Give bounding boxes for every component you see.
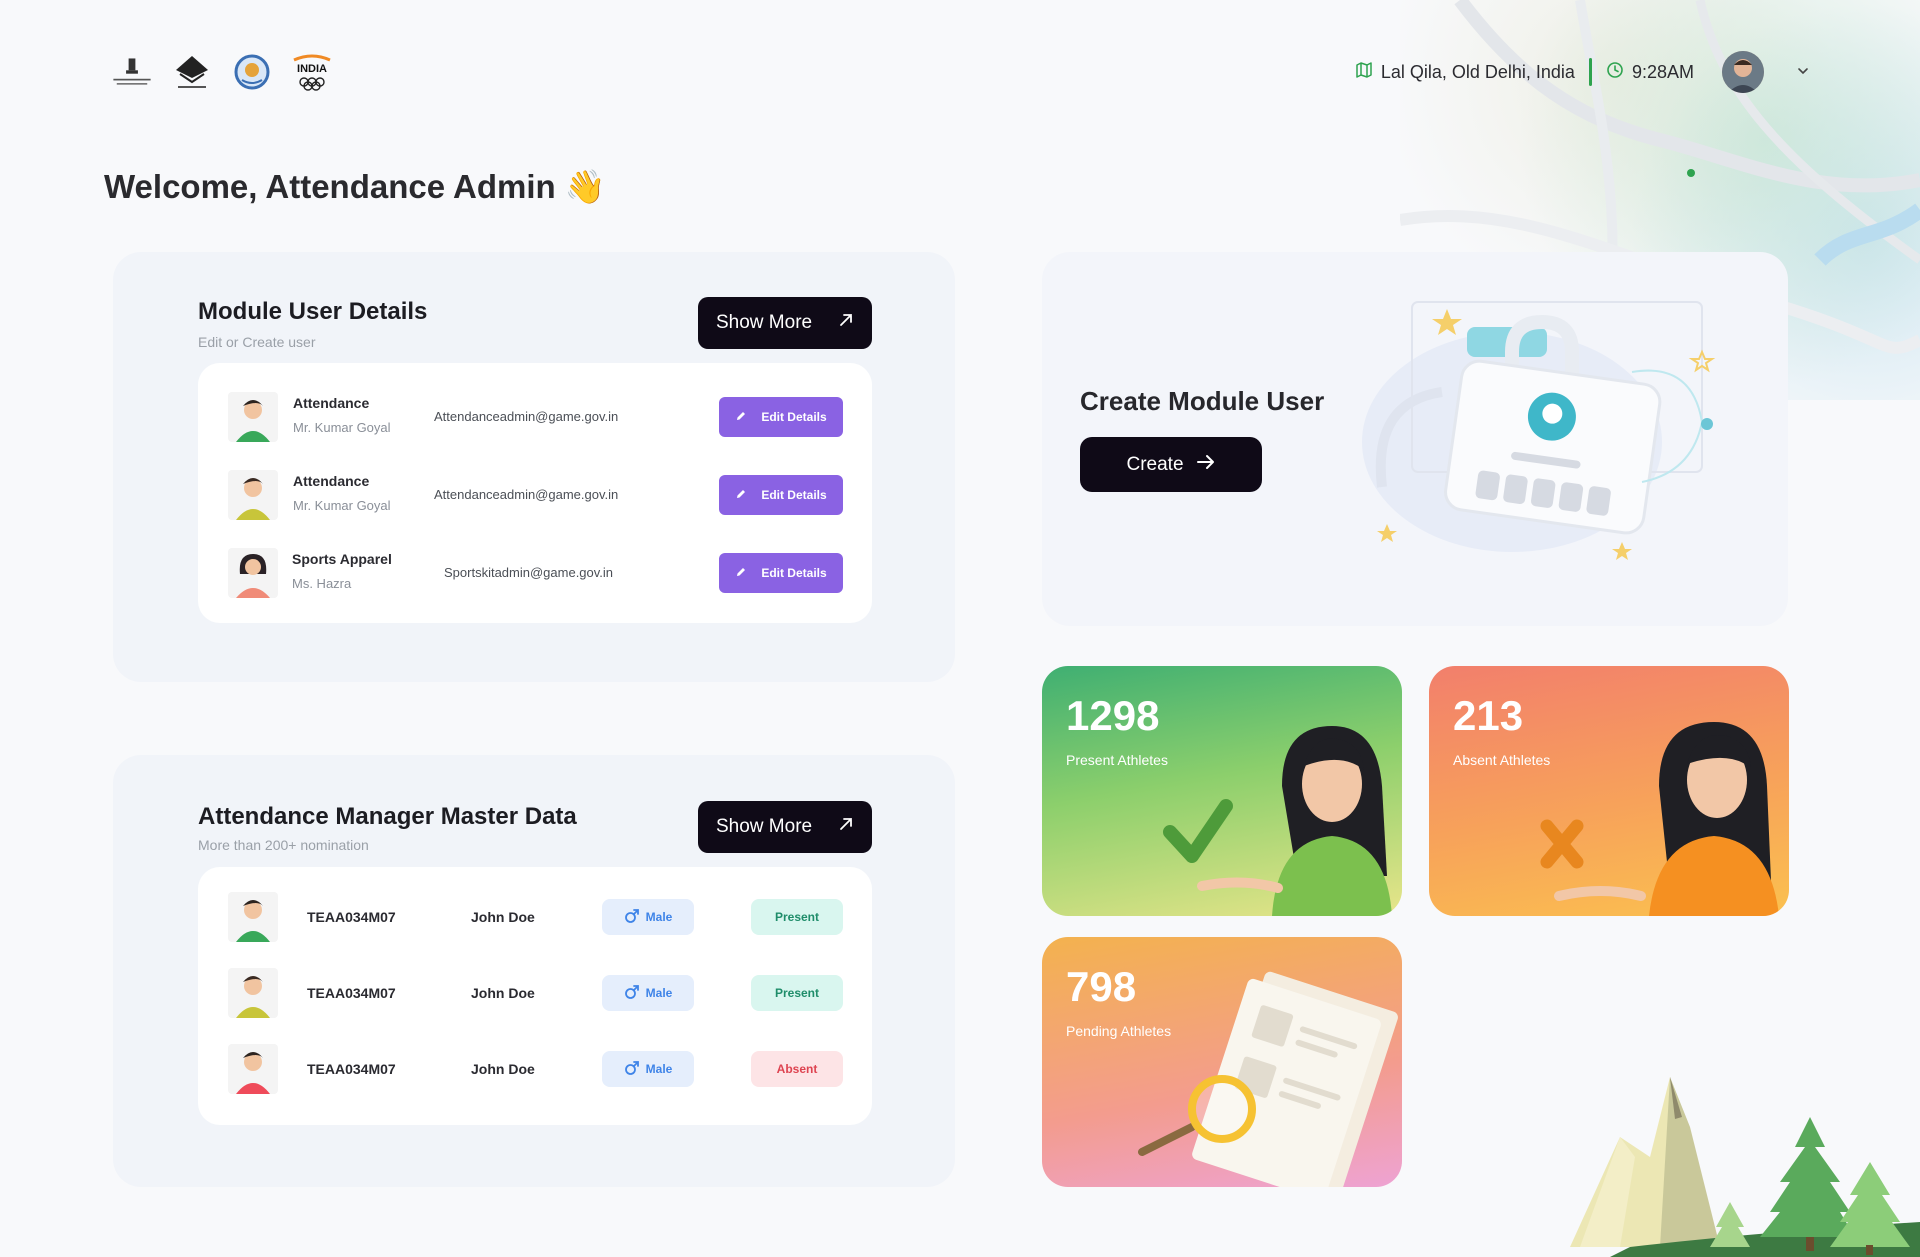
user-name: Attendance [293,395,370,411]
athlete-name: John Doe [471,1061,535,1077]
edit-details-label: Edit Details [761,566,827,580]
ministry-logo [170,52,214,92]
time-text: 9:28AM [1631,61,1694,82]
show-more-label: Show More [716,312,813,333]
user-avatar [228,548,278,598]
athlete-avatar [228,892,278,942]
gender-label: Male [645,986,673,1000]
location-display: Lal Qila, Old Delhi, India [1355,61,1575,84]
gender-label: Male [645,910,673,924]
logo-group: INDIA [110,52,334,92]
absent-athletes-card[interactable]: 213 Absent Athletes [1429,666,1789,916]
edit-details-button[interactable]: Edit Details [719,397,843,437]
edit-details-label: Edit Details [761,410,827,424]
present-count: 1298 [1066,692,1160,739]
show-more-label: Show More [716,816,813,837]
edit-details-button[interactable]: Edit Details [719,553,843,593]
top-header: INDIA Lal Qila, Old Delhi, India 9:28AM [110,48,1810,96]
module-user-show-more-button[interactable]: Show More [698,297,872,349]
male-icon [624,908,640,927]
master-data-panel: Attendance Manager Master Data More than… [113,755,955,1187]
status-badge: Present [751,899,843,935]
status-badge: Present [751,975,843,1011]
create-module-card: Create Module User Create [1042,252,1788,626]
pencil-icon [735,488,747,503]
athlete-name: John Doe [471,909,535,925]
user-email: Sportskitadmin@game.gov.in [444,565,614,580]
athlete-avatar [228,1044,278,1094]
svg-text:INDIA: INDIA [297,63,327,75]
table-row: TEAA034M07 John Doe Male Absent [198,1039,872,1099]
male-icon [624,1060,640,1079]
gender-badge: Male [602,899,694,935]
table-row: Attendance Mr. Kumar Goyal Attendanceadm… [198,465,872,525]
pencil-icon [735,566,747,581]
chevron-down-icon[interactable] [1796,62,1810,83]
gender-badge: Male [602,975,694,1011]
absent-label: Absent Athletes [1453,752,1551,768]
user-subname: Mr. Kumar Goyal [293,420,391,435]
male-icon [624,984,640,1003]
absent-count: 213 [1453,692,1524,739]
master-data-title: Attendance Manager Master Data [198,803,577,830]
athlete-name: John Doe [471,985,535,1001]
user-name: Attendance [293,473,370,489]
arrow-right-icon [1196,454,1216,476]
pending-label: Pending Athletes [1066,1023,1172,1039]
welcome-text: Welcome, Attendance Admin [104,168,556,205]
create-button-label: Create [1126,453,1184,475]
module-user-subtitle: Edit or Create user [198,334,316,350]
user-avatar [228,392,278,442]
module-user-panel: Module User Details Edit or Create user … [113,252,955,682]
user-email: Attendanceadmin@game.gov.in [434,487,619,502]
gender-badge: Male [602,1051,694,1087]
user-email: Attendanceadmin@game.gov.in [434,409,619,424]
present-athletes-card[interactable]: 1298 Present Athletes [1042,666,1402,916]
athlete-avatar [228,968,278,1018]
ministry-emblem-logo [110,52,154,92]
athlete-code: TEAA034M07 [307,985,396,1001]
arrow-up-right-icon [838,816,854,838]
arrow-up-right-icon [838,312,854,334]
module-user-title: Module User Details [198,298,428,325]
pencil-icon [735,410,747,425]
table-row: TEAA034M07 John Doe Male Present [198,887,872,947]
present-label: Present Athletes [1066,752,1168,768]
edit-details-button[interactable]: Edit Details [719,475,843,515]
india-olympic-logo: INDIA [290,52,334,92]
user-subname: Ms. Hazra [292,576,352,591]
header-right: Lal Qila, Old Delhi, India 9:28AM [1355,51,1810,93]
pending-count: 798 [1066,963,1137,1010]
user-subname: Mr. Kumar Goyal [293,498,391,513]
create-module-title: Create Module User [1080,386,1325,416]
master-data-subtitle: More than 200+ nomination [198,837,369,853]
table-row: Sports Apparel Ms. Hazra Sportskitadmin@… [198,543,872,603]
forest-illustration [1570,1077,1920,1257]
table-row: TEAA034M07 John Doe Male Present [198,963,872,1023]
athlete-code: TEAA034M07 [307,1061,396,1077]
user-name: Sports Apparel [292,551,392,567]
create-button[interactable]: Create [1080,437,1262,492]
master-data-show-more-button[interactable]: Show More [698,801,872,853]
table-row: Attendance Mr. Kumar Goyal Attendanceadm… [198,387,872,447]
map-icon [1355,61,1373,84]
user-avatar[interactable] [1722,51,1764,93]
gender-label: Male [645,1062,673,1076]
athlete-code: TEAA034M07 [307,909,396,925]
clock-icon [1606,61,1624,84]
waving-hand-emoji: 👋 [564,168,606,205]
edit-details-label: Edit Details [761,488,827,502]
status-badge: Absent [751,1051,843,1087]
time-display: 9:28AM [1606,61,1694,84]
master-data-list: TEAA034M07 John Doe Male Present TEAA034… [198,867,872,1125]
module-user-list: Attendance Mr. Kumar Goyal Attendanceadm… [198,363,872,623]
user-avatar [228,470,278,520]
header-divider [1588,58,1592,86]
sai-logo [230,52,274,92]
location-text: Lal Qila, Old Delhi, India [1380,61,1575,82]
pending-athletes-card[interactable]: 798 Pending Athletes [1042,937,1402,1187]
welcome-heading: Welcome, Attendance Admin 👋 [104,168,606,207]
